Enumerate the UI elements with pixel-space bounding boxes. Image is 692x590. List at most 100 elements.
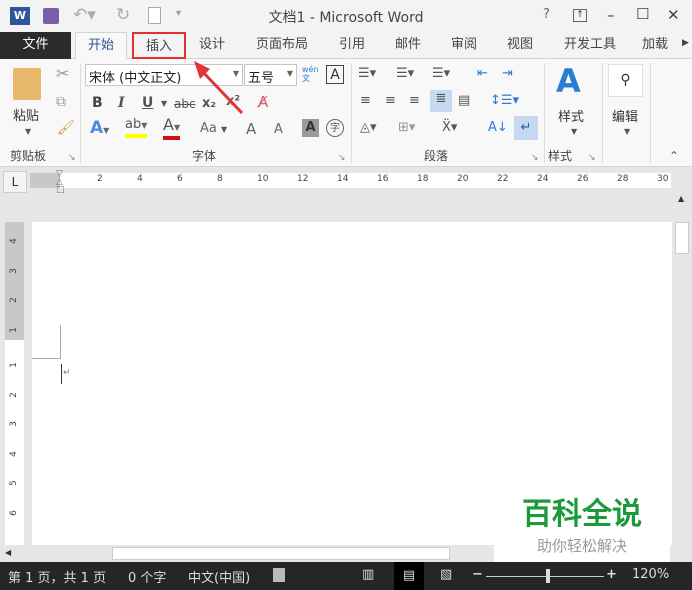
tab-layout[interactable]: 页面布局: [248, 32, 316, 59]
redo-icon[interactable]: ↻: [116, 5, 130, 25]
zoom-level[interactable]: 120%: [632, 567, 669, 582]
bold-button[interactable]: B: [92, 94, 103, 112]
scroll-left-icon[interactable]: ◀: [5, 548, 11, 557]
font-size-value: 五号: [248, 71, 275, 86]
paste-dropdown-icon[interactable]: ▼: [25, 123, 31, 141]
clear-formatting-icon[interactable]: A̸: [258, 93, 268, 111]
vertical-scroll-thumb[interactable]: [675, 222, 689, 254]
enclose-characters-button[interactable]: 字: [326, 119, 344, 137]
vertical-scrollbar[interactable]: ▲: [672, 192, 692, 545]
print-layout-icon[interactable]: ▤: [394, 562, 424, 590]
ruler-tick-label: 22: [497, 174, 509, 184]
tab-developer[interactable]: 开发工具: [554, 32, 626, 59]
page-count[interactable]: 第 1 页，共 1 页: [8, 567, 106, 586]
paste-icon[interactable]: [13, 68, 41, 100]
close-button[interactable]: ✕: [667, 6, 680, 24]
tab-review[interactable]: 审阅: [442, 32, 486, 59]
borders-icon[interactable]: ⊞▾: [398, 119, 415, 137]
increase-indent-icon[interactable]: ⇥: [502, 65, 513, 83]
indent-marker-icon[interactable]: ▽ △ □: [56, 170, 65, 195]
tab-view[interactable]: 视图: [498, 32, 542, 59]
font-size-select[interactable]: 五号 ▼: [244, 64, 297, 86]
line-spacing-icon[interactable]: ↕☰▾: [490, 92, 519, 110]
shrink-font-button[interactable]: A: [274, 121, 283, 139]
bullets-icon[interactable]: ☰▾: [358, 65, 376, 83]
shading-icon[interactable]: ◬▾: [360, 119, 377, 137]
help-button[interactable]: ?: [543, 7, 550, 22]
save-icon[interactable]: [43, 8, 59, 24]
word-count[interactable]: 0 个字: [128, 567, 166, 586]
cut-icon[interactable]: ✂: [56, 65, 69, 83]
ribbon-display-icon[interactable]: ↑: [573, 9, 587, 22]
vertical-ruler[interactable]: 4 3 2 1 1 2 3 4 5 6: [5, 222, 24, 545]
scroll-up-icon[interactable]: ▲: [678, 194, 684, 203]
styles-launcher-icon[interactable]: ↘: [588, 149, 596, 167]
vruler-tick-label: 4: [8, 450, 19, 457]
title-bar: W ↶▾ ↻ ▾ 文档1 - Microsoft Word ? ↑ – ☐ ✕: [0, 0, 692, 32]
decrease-indent-icon[interactable]: ⇤: [477, 65, 488, 83]
paragraph-launcher-icon[interactable]: ↘: [531, 149, 539, 167]
ruler-tick-label: 14: [337, 174, 349, 184]
divider: [80, 63, 81, 163]
tab-mailings[interactable]: 邮件: [386, 32, 430, 59]
show-marks-icon[interactable]: ↵: [514, 116, 538, 140]
text-effects-icon[interactable]: A▼: [90, 119, 109, 140]
tab-file[interactable]: 文件: [0, 32, 71, 59]
italic-button[interactable]: I: [118, 94, 125, 112]
tab-addins[interactable]: 加载: [642, 32, 682, 59]
character-border-icon[interactable]: A: [326, 65, 344, 84]
font-color-icon[interactable]: A▼: [163, 117, 181, 140]
zoom-out-button[interactable]: −: [472, 567, 483, 582]
distributed-icon[interactable]: ▤: [458, 92, 470, 110]
tab-references[interactable]: 引用: [330, 32, 374, 59]
status-bar: 第 1 页，共 1 页 0 个字 中文(中国) ▥ ▤ ▧ − + 120%: [0, 562, 692, 590]
align-left-icon[interactable]: ≡: [360, 92, 371, 110]
sort-icon[interactable]: A↓: [488, 119, 508, 137]
horizontal-ruler[interactable]: L ▽ △ □ 2 4 6 8 10 12 14 16 18 20 22 24 26 28 30: [0, 168, 692, 195]
maximize-button[interactable]: ☐: [636, 5, 649, 23]
phonetic-guide-icon[interactable]: wén文: [302, 65, 319, 83]
zoom-in-button[interactable]: +: [606, 567, 617, 582]
clipboard-launcher-icon[interactable]: ↘: [68, 149, 76, 167]
ruler-tick-label: 8: [217, 174, 223, 184]
numbering-icon[interactable]: ☰▾: [396, 65, 414, 83]
highlight-color-icon[interactable]: ab▼: [125, 117, 148, 138]
copy-icon[interactable]: ⧉: [56, 93, 66, 111]
tab-selector[interactable]: L: [3, 171, 27, 193]
chinese-layout-icon[interactable]: Ẍ▾: [442, 119, 457, 137]
justify-icon[interactable]: ≣: [430, 90, 452, 112]
macro-record-icon[interactable]: [273, 568, 285, 582]
underline-button[interactable]: U: [142, 94, 153, 112]
customize-qat-icon[interactable]: ▾: [176, 8, 181, 19]
zoom-slider-thumb[interactable]: [545, 569, 550, 583]
tab-insert[interactable]: 插入: [132, 32, 186, 59]
font-launcher-icon[interactable]: ↘: [338, 149, 346, 167]
align-center-icon[interactable]: ≡: [385, 92, 396, 110]
minimize-button[interactable]: –: [607, 6, 615, 24]
character-shading-button[interactable]: A: [302, 119, 319, 137]
read-mode-icon[interactable]: ▥: [362, 567, 374, 582]
vruler-tick-label: 2: [8, 297, 19, 303]
underline-dropdown-icon[interactable]: ▼: [161, 95, 167, 113]
ruler-tick-label: 16: [377, 174, 389, 184]
styles-icon[interactable]: A: [556, 64, 581, 98]
align-right-icon[interactable]: ≡: [409, 92, 420, 110]
editing-dropdown-icon[interactable]: ▼: [624, 123, 630, 141]
tab-home[interactable]: 开始: [75, 32, 127, 59]
format-painter-icon[interactable]: 🖌: [57, 119, 75, 137]
vruler-tick-label: 5: [8, 480, 19, 486]
undo-icon[interactable]: ↶▾: [73, 5, 96, 25]
find-binoculars-icon[interactable]: ⚲: [608, 64, 643, 97]
styles-dropdown-icon[interactable]: ▼: [571, 123, 577, 141]
tab-scroll-right-icon[interactable]: ▶: [682, 38, 689, 48]
collapse-ribbon-icon[interactable]: ⌃: [669, 147, 679, 165]
language[interactable]: 中文(中国): [188, 567, 250, 586]
multilevel-list-icon[interactable]: ☰▾: [432, 65, 450, 83]
new-doc-icon[interactable]: [148, 7, 161, 24]
divider: [544, 63, 545, 163]
paste-button[interactable]: 粘贴: [13, 105, 39, 124]
vruler-tick-label: 3: [8, 267, 19, 274]
web-layout-icon[interactable]: ▧: [440, 567, 452, 582]
horizontal-scroll-thumb[interactable]: [112, 547, 450, 560]
watermark-subtitle: 助你轻松解决: [536, 537, 627, 555]
